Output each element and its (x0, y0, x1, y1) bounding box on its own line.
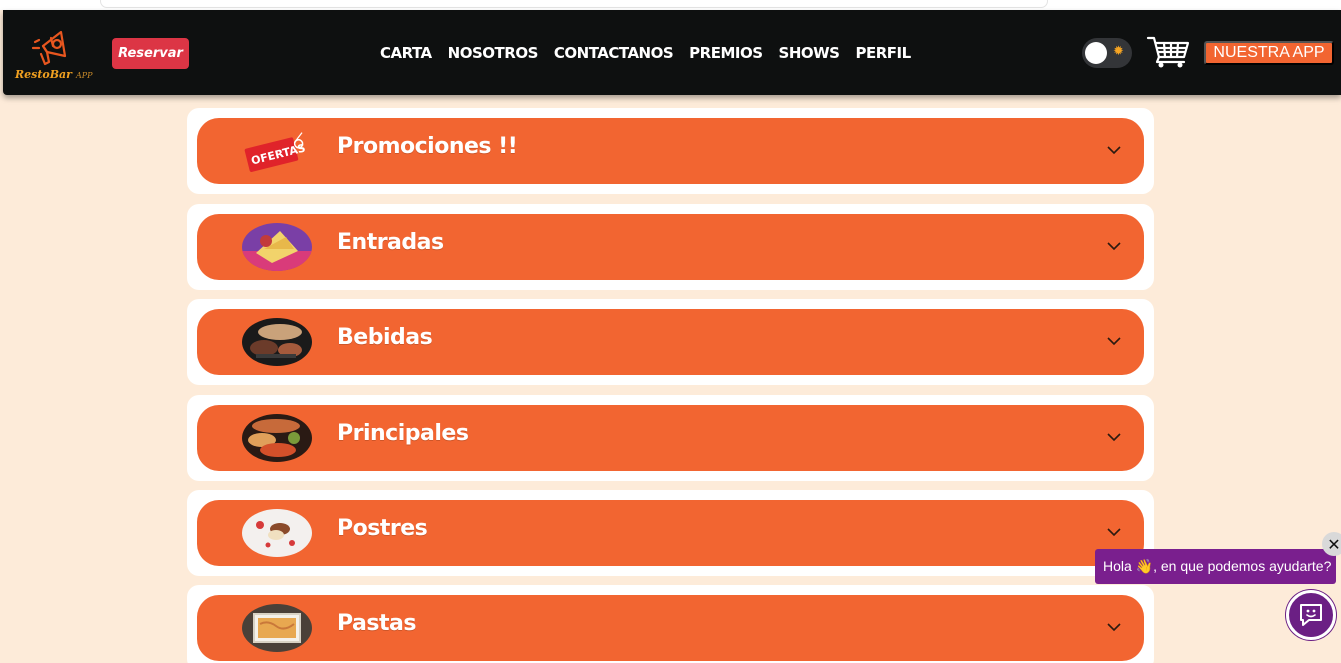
entradas-photo (242, 223, 312, 271)
chat-bot-icon (1300, 604, 1322, 626)
category-title: Promociones !! (337, 134, 518, 159)
chevron-down-icon (1107, 242, 1121, 251)
megaphone-logo-icon (31, 30, 67, 66)
category-header-bebidas[interactable]: Bebidas (197, 309, 1144, 375)
ofertas-tag-icon: OFERTAS (242, 127, 312, 175)
reserve-button[interactable]: Reservar (112, 38, 189, 69)
category-title: Bebidas (337, 325, 433, 350)
nav-link-nosotros[interactable]: NOSOTROS (448, 44, 539, 62)
nav-link-premios[interactable]: PREMIOS (689, 44, 763, 62)
cart-button[interactable] (1146, 35, 1190, 69)
category-title: Principales (337, 421, 469, 446)
logo-text: RestoBar APP (15, 68, 93, 81)
category-card-pastas: Pastas (187, 585, 1154, 663)
category-header-principales[interactable]: Principales (197, 405, 1144, 471)
cart-icon (1146, 36, 1190, 68)
chevron-down-icon (1107, 433, 1121, 442)
category-card-postres: Postres (187, 490, 1154, 576)
chat-open-button[interactable] (1286, 590, 1336, 640)
close-icon[interactable]: ✕ (1322, 532, 1341, 556)
chevron-down-icon (1107, 528, 1121, 537)
category-title: Pastas (337, 611, 416, 636)
category-title: Postres (337, 516, 428, 541)
browser-top-strip (0, 0, 1341, 10)
nav-link-carta[interactable]: CARTA (380, 44, 432, 62)
nav-link-contactanos[interactable]: CONTACTANOS (554, 44, 674, 62)
our-app-button[interactable]: NUESTRA APP (1204, 41, 1334, 65)
nav-link-shows[interactable]: SHOWS (779, 44, 840, 62)
navbar: RestoBar APP Reservar CARTA NOSOTROS CONT… (3, 10, 1341, 95)
postres-photo (242, 509, 312, 557)
category-card-entradas: Entradas (187, 204, 1154, 290)
address-bar-edge (100, 0, 1048, 8)
main-nav: CARTA NOSOTROS CONTACTANOS PREMIOS SHOWS… (380, 40, 911, 66)
sun-icon: ✹ (1113, 44, 1124, 59)
chevron-down-icon (1107, 146, 1121, 155)
pastas-photo (242, 604, 312, 652)
restobar-logo[interactable]: RestoBar APP (13, 24, 97, 84)
nav-link-perfil[interactable]: PERFIL (856, 44, 912, 62)
principales-photo (242, 414, 312, 462)
category-card-bebidas: Bebidas (187, 299, 1154, 385)
chat-greeting-bubble[interactable]: Hola 👋, en que podemos ayudarte? (1095, 549, 1336, 584)
category-header-pastas[interactable]: Pastas (197, 595, 1144, 661)
chevron-down-icon (1107, 623, 1121, 632)
toggle-knob (1085, 42, 1107, 64)
bebidas-photo (242, 318, 312, 366)
chevron-down-icon (1107, 337, 1121, 346)
category-card-principales: Principales (187, 395, 1154, 481)
category-header-entradas[interactable]: Entradas (197, 214, 1144, 280)
category-card-promociones: OFERTAS Promociones !! (187, 108, 1154, 194)
category-title: Entradas (337, 230, 444, 255)
category-header-postres[interactable]: Postres (197, 500, 1144, 566)
theme-toggle[interactable]: ✹ (1082, 38, 1132, 68)
category-header-promociones[interactable]: OFERTAS Promociones !! (197, 118, 1144, 184)
